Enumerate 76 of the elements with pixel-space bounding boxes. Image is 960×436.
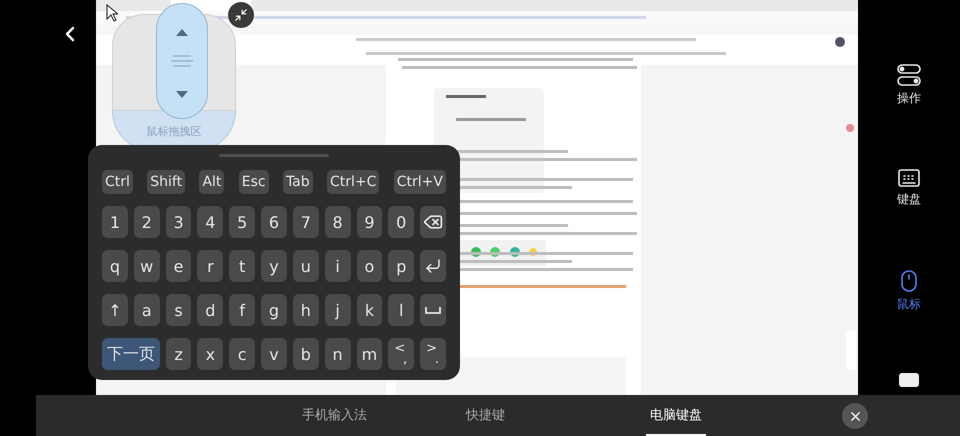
keyboard-key[interactable]: k: [356, 294, 382, 326]
bottom-tab[interactable]: 快捷键: [462, 395, 509, 436]
keyboard-key[interactable]: z: [166, 338, 192, 370]
modifier-key[interactable]: Esc: [238, 170, 269, 194]
keyboard-key[interactable]: > .: [420, 338, 446, 370]
space-key[interactable]: [420, 294, 446, 326]
keyboard-key[interactable]: 4: [197, 206, 224, 238]
keyboard-key[interactable]: 0: [388, 206, 414, 238]
keyboard-key[interactable]: t: [229, 250, 256, 282]
keyboard-key[interactable]: w: [134, 250, 160, 282]
keyboard-key[interactable]: r: [197, 250, 224, 282]
key-symbol: ,: [403, 352, 408, 367]
keyboard-key[interactable]: 2: [134, 206, 160, 238]
keyboard-key[interactable]: a: [134, 294, 160, 326]
drag-handle[interactable]: [219, 154, 329, 157]
keyboard-key[interactable]: d: [197, 294, 224, 326]
modifier-key[interactable]: Alt: [199, 170, 224, 194]
minimize-icon: [234, 8, 248, 22]
mouse-cursor-icon: [106, 4, 118, 22]
drag-area-label: 鼠标拖拽区: [146, 125, 202, 138]
key-symbol: .: [434, 352, 439, 367]
keyboard-key[interactable]: x: [197, 338, 224, 370]
keyboard-key[interactable]: f: [229, 294, 256, 326]
float-dot-icon: [846, 124, 854, 132]
enter-key[interactable]: [420, 250, 446, 282]
keyboard-key[interactable]: 5: [229, 206, 256, 238]
keyboard-key[interactable]: v: [261, 338, 287, 370]
modifier-key[interactable]: Ctrl: [102, 170, 133, 194]
keyboard-key[interactable]: 3: [166, 206, 192, 238]
side-menu-item[interactable]: 键盘: [893, 167, 925, 210]
key-symbol: <: [394, 341, 406, 356]
keyboard-key[interactable]: 9: [356, 206, 382, 238]
keyboard-key[interactable]: b: [292, 338, 319, 370]
keyboard-key[interactable]: e: [166, 250, 192, 282]
bottom-tab[interactable]: 电脑键盘: [646, 395, 706, 436]
rounded-square-icon[interactable]: [899, 373, 919, 387]
modifier-key[interactable]: Ctrl+C: [326, 170, 380, 194]
keyboard-key[interactable]: h: [292, 294, 319, 326]
mouse-icon: [901, 270, 917, 292]
keyboard-key[interactable]: ↑: [102, 294, 128, 326]
close-button[interactable]: [842, 403, 868, 429]
down-arrow-icon: [176, 91, 188, 98]
keyboard-key[interactable]: o: [356, 250, 382, 282]
space-icon: [425, 306, 442, 314]
key-symbol: >: [426, 341, 438, 356]
keyboard-key[interactable]: c: [229, 338, 256, 370]
keyboard-key[interactable]: j: [324, 294, 351, 326]
avatar-circle: [835, 37, 845, 47]
modifier-key[interactable]: Tab: [282, 170, 313, 194]
enter-icon: [424, 257, 442, 275]
next-page-key[interactable]: 下一页: [102, 338, 160, 370]
keyboard-key[interactable]: q: [102, 250, 128, 282]
keyboard-key[interactable]: m: [356, 338, 382, 370]
grip-lines-icon: [170, 55, 194, 67]
keyboard-key[interactable]: p: [388, 250, 414, 282]
side-menu-item[interactable]: 鼠标: [893, 268, 925, 315]
modifier-key[interactable]: Shift: [147, 170, 186, 194]
keyboard-key[interactable]: i: [324, 250, 351, 282]
keyboard-key[interactable]: y: [261, 250, 287, 282]
up-arrow-icon: [176, 29, 188, 36]
backspace-key[interactable]: [420, 206, 446, 238]
keyboard-icon: [898, 169, 920, 187]
keyboard-key[interactable]: 7: [292, 206, 319, 238]
keyboard-key[interactable]: 6: [261, 206, 287, 238]
keyboard-key[interactable]: l: [388, 294, 414, 326]
modifier-key[interactable]: Ctrl+V: [394, 170, 446, 194]
keyboard-key[interactable]: g: [261, 294, 287, 326]
keyboard-key[interactable]: 1: [102, 206, 128, 238]
keyboard-key[interactable]: 8: [324, 206, 351, 238]
keyboard-key[interactable]: < ,: [388, 338, 414, 370]
bottom-tab[interactable]: 手机输入法: [298, 395, 371, 436]
side-menu-item[interactable]: 操作: [893, 62, 925, 109]
keyboard-key[interactable]: s: [166, 294, 192, 326]
toggle-switches-icon: [897, 64, 921, 86]
keyboard-key[interactable]: u: [292, 250, 319, 282]
keyboard-key[interactable]: n: [324, 338, 351, 370]
